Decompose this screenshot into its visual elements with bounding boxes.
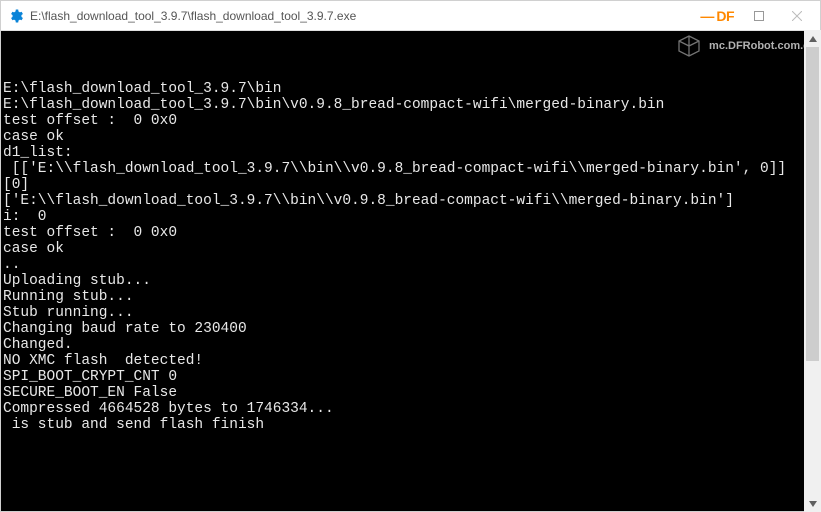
scrollbar-track[interactable] (804, 47, 821, 495)
watermark-text: mc.DFRobot.com.cn (709, 38, 816, 54)
console-line: [['E:\\flash_download_tool_3.9.7\\bin\\v… (3, 161, 818, 177)
cube-icon (675, 34, 703, 58)
console-line: test offset : 0 0x0 (3, 113, 818, 129)
window-title: E:\flash_download_tool_3.9.7\flash_downl… (30, 9, 700, 23)
console-line: NO XMC flash detected! (3, 353, 818, 369)
df-dash: — (700, 8, 714, 24)
vertical-scrollbar[interactable] (804, 30, 821, 512)
app-window: E:\flash_download_tool_3.9.7\flash_downl… (0, 0, 821, 512)
console-line: .. (3, 257, 818, 273)
console-line: i: 0 (3, 209, 818, 225)
console-line: E:\flash_download_tool_3.9.7\bin\v0.9.8_… (3, 97, 818, 113)
console-line: SECURE_BOOT_EN False (3, 385, 818, 401)
scrollbar-thumb[interactable] (806, 47, 819, 361)
watermark: mc.DFRobot.com.cn (675, 34, 816, 58)
console-line: case ok (3, 241, 818, 257)
titlebar[interactable]: E:\flash_download_tool_3.9.7\flash_downl… (1, 1, 820, 31)
console-line: [0] (3, 177, 818, 193)
scrollbar-down-arrow[interactable] (804, 495, 821, 512)
console-line: Stub running... (3, 305, 818, 321)
console-line: Running stub... (3, 289, 818, 305)
gear-icon (8, 8, 24, 24)
console-line: SPI_BOOT_CRYPT_CNT 0 (3, 369, 818, 385)
close-button[interactable] (778, 2, 816, 30)
console-line: E:\flash_download_tool_3.9.7\bin (3, 81, 818, 97)
df-logo-text: DF (716, 8, 734, 24)
console-line: Changing baud rate to 230400 (3, 321, 818, 337)
maximize-button[interactable] (740, 2, 778, 30)
console-line: Uploading stub... (3, 273, 818, 289)
console-line: test offset : 0 0x0 (3, 225, 818, 241)
console-line: is stub and send flash finish (3, 417, 818, 433)
console-line: Changed. (3, 337, 818, 353)
console-line: Compressed 4664528 bytes to 1746334... (3, 401, 818, 417)
console-line: case ok (3, 129, 818, 145)
console-output: mc.DFRobot.com.cn E:\flash_download_tool… (1, 31, 820, 511)
window-controls: — DF (700, 2, 816, 30)
console-lines: E:\flash_download_tool_3.9.7\binE:\flash… (3, 81, 818, 433)
scrollbar-up-arrow[interactable] (804, 30, 821, 47)
console-line: d1_list: (3, 145, 818, 161)
console-line: ['E:\\flash_download_tool_3.9.7\\bin\\v0… (3, 193, 818, 209)
